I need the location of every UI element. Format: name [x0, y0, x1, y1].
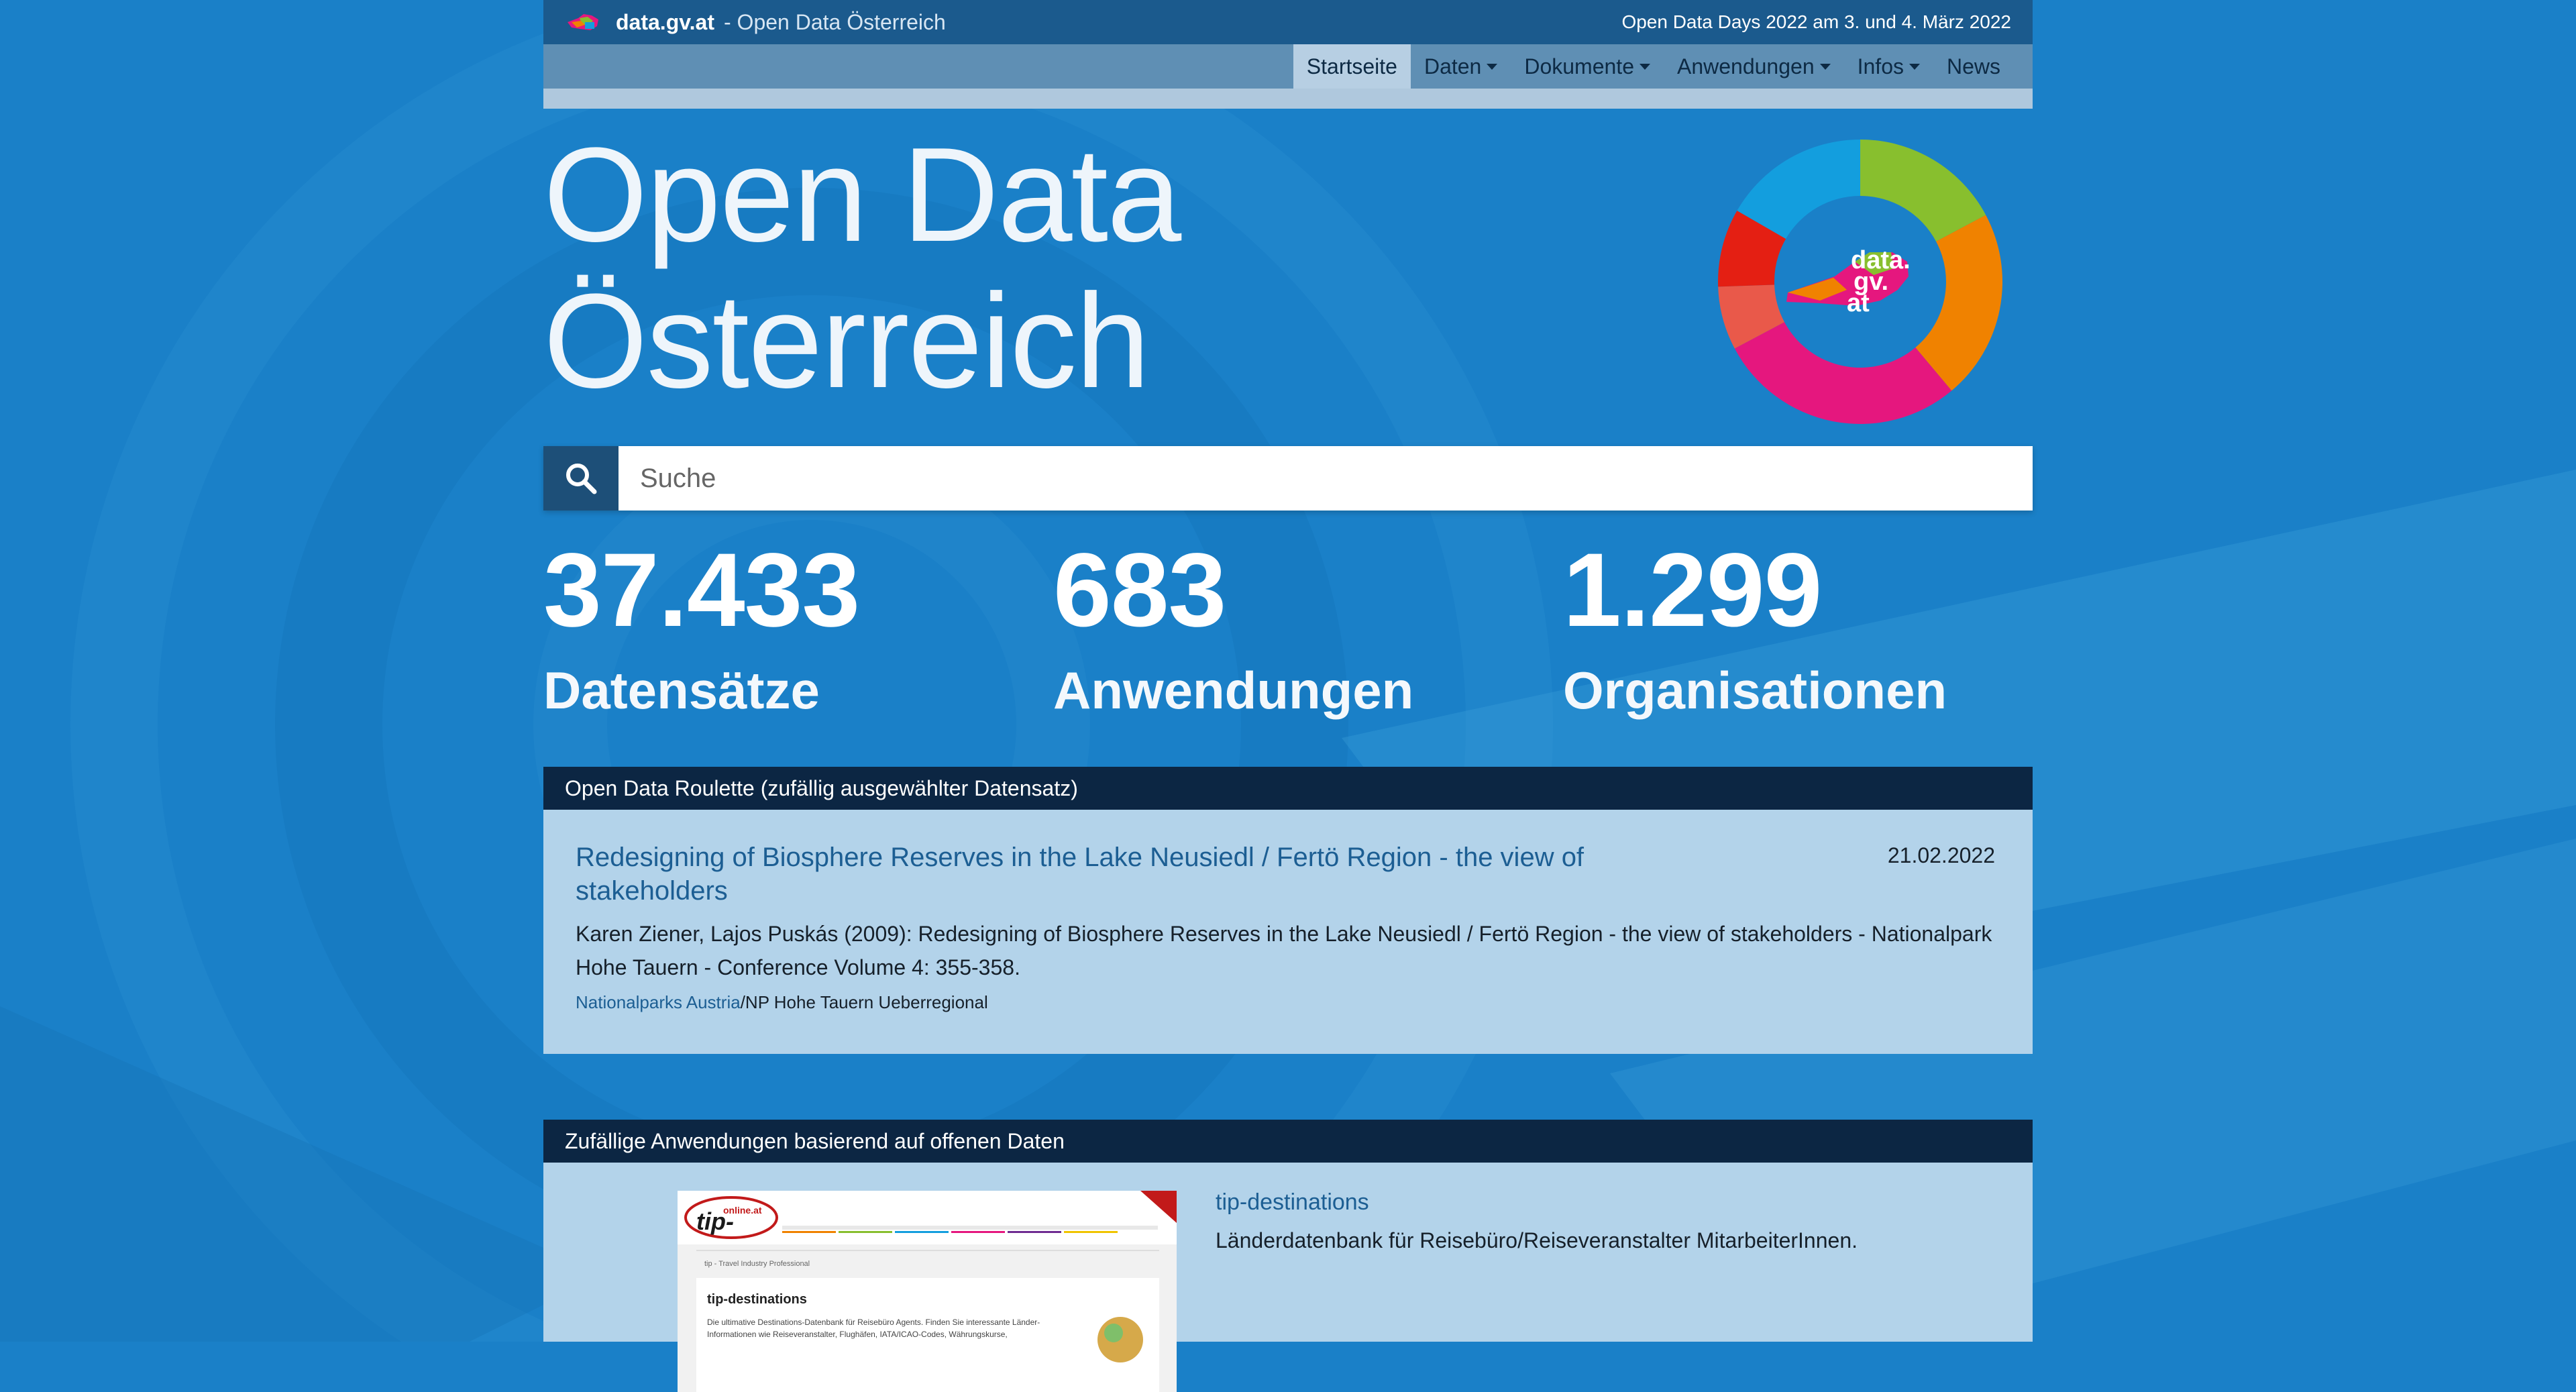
brand-name[interactable]: data.gv.at	[616, 10, 714, 35]
thumb-body-line-2: Informationen wie Reiseveranstalter, Flu…	[707, 1330, 1008, 1339]
dataset-description-line-2: Hohe Tauern - Conference Volume 4: 355-3…	[576, 955, 1020, 979]
data-gv-at-donut-logo: data. gv. at	[1718, 140, 2002, 424]
thumb-globe-land	[1104, 1324, 1123, 1342]
page-title: Open Data Österreich	[543, 120, 1181, 416]
dataset-description: Karen Ziener, Lajos Puskás (2009): Redes…	[576, 917, 1998, 984]
data-gv-at-logo-icon[interactable]	[565, 10, 605, 34]
stat-applications[interactable]: 683 Anwendungen	[1053, 537, 1413, 721]
nav-item-label: Daten	[1424, 54, 1482, 78]
dataset-title-link[interactable]: Redesigning of Biosphere Reserves in the…	[576, 841, 1622, 908]
nav-item-label: Dokumente	[1524, 54, 1634, 78]
nav-underline	[543, 89, 2033, 109]
caret-down-icon	[1639, 63, 1650, 70]
nav-item-startseite[interactable]: Startseite	[1293, 44, 1411, 89]
caret-down-icon	[1909, 63, 1920, 70]
nav-item-label: Startseite	[1306, 54, 1397, 78]
search-button[interactable]	[543, 446, 619, 511]
site-subtitle: - Open Data Österreich	[724, 9, 946, 34]
nav-item-news[interactable]: News	[1933, 44, 2014, 89]
thumb-breadcrumb: tip - Travel Industry Professional	[704, 1260, 810, 1268]
app-screenshot-thumbnail[interactable]: online.at tip- tip - Travel Industry Pro…	[678, 1191, 1177, 1392]
nav-item-label: Anwendungen	[1676, 54, 1815, 78]
search-bar	[543, 446, 2033, 511]
thumb-logo-main: tip-	[696, 1208, 734, 1235]
roulette-body: Redesigning of Biosphere Reserves in the…	[543, 810, 2033, 1054]
statistics: 37.433 Datensätze 683 Anwendungen 1.299 …	[543, 537, 2033, 731]
header-wrapper: data.gv.at - Open Data Österreich Open D…	[543, 0, 2033, 484]
dataset-title-line-2: stakeholders	[576, 876, 728, 906]
stat-number: 37.433	[543, 532, 860, 649]
hero-section: Open Data Österreich data. gv. at	[543, 109, 2033, 484]
donut-segment	[1734, 322, 1952, 424]
stat-number: 683	[1053, 532, 1226, 649]
stat-organisations[interactable]: 1.299 Organisationen	[1563, 537, 1947, 721]
nav-item-daten[interactable]: Daten	[1411, 44, 1511, 89]
stat-label: Organisationen	[1563, 661, 1947, 720]
app-title-link[interactable]: tip-destinations	[1216, 1189, 1369, 1216]
thumb-page-heading: tip-destinations	[707, 1292, 807, 1307]
dataset-description-line-1: Karen Ziener, Lajos Puskás (2009): Redes…	[576, 922, 1992, 946]
nav-item-anwendungen[interactable]: Anwendungen	[1664, 44, 1844, 89]
search-input[interactable]	[619, 446, 2033, 511]
apps-body: online.at tip- tip - Travel Industry Pro…	[543, 1163, 2033, 1392]
page-title-line-1: Open Data	[543, 120, 1181, 270]
search-icon	[566, 464, 597, 494]
main-navigation: Startseite Daten Dokumente Anwendungen I…	[543, 44, 2033, 89]
thumb-body-line-1: Die ultimative Destinations-Datenbank fü…	[707, 1318, 1040, 1327]
dataset-title-line-1: Redesigning of Biosphere Reserves in the…	[576, 843, 1585, 872]
nav-item-label: Infos	[1857, 54, 1904, 78]
app-description: Länderdatenbank für Reisebüro/Reiseveran…	[1216, 1228, 1858, 1252]
caret-down-icon	[1819, 63, 1831, 70]
organisation-link[interactable]: Nationalparks Austria	[576, 992, 741, 1012]
logo-text-line-3: at	[1847, 289, 1870, 317]
dataset-organisation: Nationalparks Austria/NP Hohe Tauern Ueb…	[576, 992, 988, 1013]
stat-number: 1.299	[1563, 532, 1822, 649]
apps-heading: Zufällige Anwendungen basierend auf offe…	[543, 1120, 2033, 1163]
nav-item-infos[interactable]: Infos	[1844, 44, 1933, 89]
top-bar: data.gv.at - Open Data Österreich Open D…	[543, 0, 2033, 44]
thumb-globe-icon	[1097, 1317, 1143, 1362]
apps-panel: Zufällige Anwendungen basierend auf offe…	[543, 1120, 2033, 1392]
stat-label: Anwendungen	[1053, 661, 1414, 720]
roulette-heading: Open Data Roulette (zufällig ausgewählte…	[543, 767, 2033, 810]
roulette-panel: Open Data Roulette (zufällig ausgewählte…	[543, 767, 2033, 1054]
announcement-text[interactable]: Open Data Days 2022 am 3. und 4. März 20…	[1621, 11, 2011, 33]
stat-datasets[interactable]: 37.433 Datensätze	[543, 532, 860, 721]
nav-item-dokumente[interactable]: Dokumente	[1511, 44, 1664, 89]
organisation-suborg: /NP Hohe Tauern Ueberregional	[740, 992, 988, 1012]
dataset-date: 21.02.2022	[1887, 843, 1995, 867]
caret-down-icon	[1487, 63, 1498, 70]
nav-item-label: News	[1946, 54, 2000, 78]
app-screenshot-image: online.at tip- tip - Travel Industry Pro…	[678, 1191, 1177, 1392]
page-title-line-2: Österreich	[543, 266, 1150, 416]
stat-label: Datensätze	[543, 661, 820, 720]
